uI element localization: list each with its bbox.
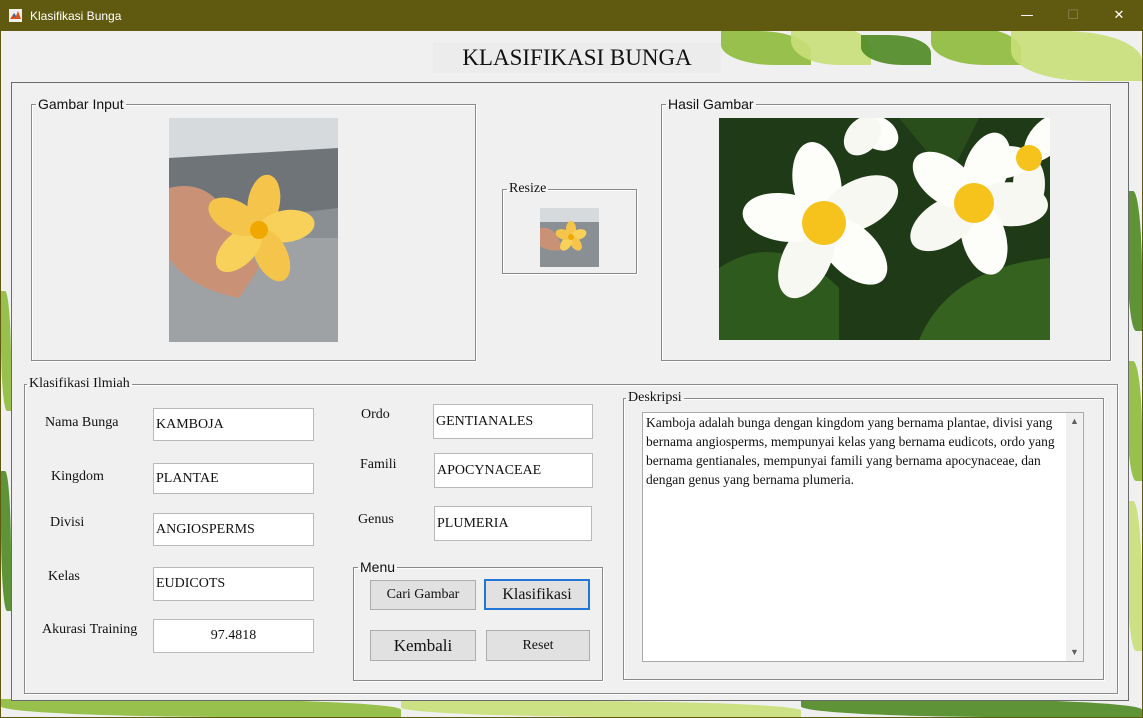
- menu-panel: Menu: [353, 559, 603, 681]
- kingdom-label: Kingdom: [51, 469, 104, 484]
- divisi-field[interactable]: ANGIOSPERMS: [153, 513, 314, 546]
- kelas-label: Kelas: [48, 569, 80, 584]
- input-image-title: Gambar Input: [38, 96, 124, 112]
- window-title: Klasifikasi Bunga: [30, 9, 122, 23]
- scientific-classification-title: Klasifikasi Ilmiah: [29, 376, 130, 391]
- result-image-title: Hasil Gambar: [668, 96, 754, 112]
- description-textarea[interactable]: Kamboja adalah bunga dengan kingdom yang…: [642, 412, 1084, 662]
- kingdom-field[interactable]: PLANTAE: [153, 463, 314, 494]
- scroll-down-icon[interactable]: ▼: [1066, 644, 1083, 661]
- figure-window: KLASIFIKASI BUNGA Gambar Input Resize Ha…: [1, 31, 1142, 717]
- akurasi-training-label: Akurasi Training: [42, 622, 138, 637]
- famili-label: Famili: [360, 457, 397, 472]
- description-scrollbar[interactable]: ▲ ▼: [1066, 413, 1083, 661]
- description-text: Kamboja adalah bunga dengan kingdom yang…: [646, 415, 1055, 487]
- akurasi-training-field[interactable]: 97.4818: [153, 619, 314, 653]
- minimize-button[interactable]: —: [1004, 0, 1050, 31]
- description-title: Deskripsi: [628, 390, 682, 405]
- input-image: [169, 118, 338, 342]
- nama-bunga-field[interactable]: KAMBOJA: [153, 408, 314, 441]
- klasifikasi-button[interactable]: Klasifikasi: [484, 579, 590, 610]
- genus-field[interactable]: PLUMERIA: [434, 506, 592, 541]
- app-title: KLASIFIKASI BUNGA: [433, 43, 721, 73]
- nama-bunga-label: Nama Bunga: [45, 415, 119, 430]
- result-image: [719, 118, 1050, 340]
- kelas-field[interactable]: EUDICOTS: [153, 567, 314, 601]
- reset-button[interactable]: Reset: [486, 630, 590, 661]
- matlab-icon: [9, 9, 22, 22]
- kembali-button[interactable]: Kembali: [370, 630, 476, 661]
- menu-title: Menu: [360, 559, 396, 575]
- cari-gambar-button[interactable]: Cari Gambar: [370, 580, 476, 610]
- resize-title: Resize: [509, 181, 547, 196]
- resized-image: [540, 208, 599, 267]
- window-titlebar: Klasifikasi Bunga — ☐ ✕: [0, 0, 1143, 31]
- genus-label: Genus: [358, 512, 394, 527]
- famili-field[interactable]: APOCYNACEAE: [434, 453, 593, 488]
- maximize-button[interactable]: ☐: [1050, 0, 1096, 31]
- close-button[interactable]: ✕: [1096, 0, 1142, 31]
- scroll-up-icon[interactable]: ▲: [1066, 413, 1083, 430]
- ordo-label: Ordo: [361, 407, 390, 422]
- ordo-field[interactable]: GENTIANALES: [433, 404, 593, 439]
- divisi-label: Divisi: [50, 515, 85, 530]
